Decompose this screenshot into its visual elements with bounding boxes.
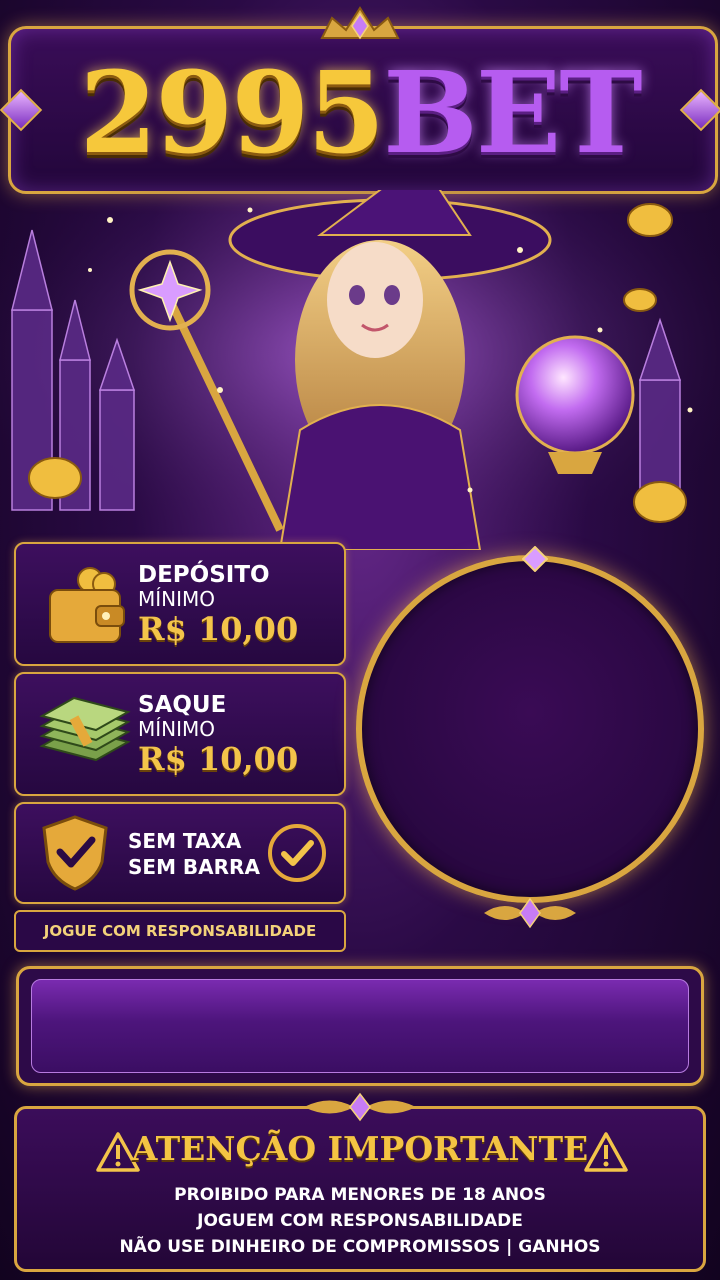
deposit-title: DEPÓSITO bbox=[138, 562, 270, 588]
frame-top-gem-icon bbox=[522, 546, 548, 572]
withdraw-title: SAQUE bbox=[138, 692, 227, 718]
warning-panel: ATENÇÃO IMPORTANTE PROIBIDO PARA MENORES… bbox=[14, 1106, 706, 1272]
warning-line-responsibility: JOGUEM COM RESPONSABILIDADE bbox=[197, 1211, 523, 1231]
wallet-icon bbox=[49, 567, 125, 643]
warning-line-money: NÃO USE DINHEIRO DE COMPROMISSOS | GANHO… bbox=[119, 1237, 601, 1257]
frame-ornament-icon bbox=[484, 897, 576, 929]
no-rollover-line: SEM BARRA bbox=[128, 855, 260, 879]
play-responsibly-label: JOGUE COM RESPONSABILIDADE bbox=[14, 910, 346, 952]
wide-action-bar[interactable] bbox=[16, 966, 704, 1086]
circular-frame bbox=[356, 555, 704, 903]
brand-logo: 2995BET bbox=[0, 44, 720, 184]
withdraw-amount: R$ 10,00 bbox=[138, 740, 299, 778]
deposit-minimum-card: DEPÓSITO MÍNIMO R$ 10,00 bbox=[14, 542, 346, 666]
deposit-subtitle: MÍNIMO bbox=[138, 587, 216, 611]
shield-check-icon bbox=[42, 815, 108, 891]
withdraw-subtitle: MÍNIMO bbox=[138, 717, 216, 741]
crown-ornament-icon bbox=[320, 6, 400, 40]
no-fee-card: SEM TAXA SEM BARRA bbox=[14, 802, 346, 904]
deposit-amount: R$ 10,00 bbox=[138, 610, 299, 648]
check-circle-icon bbox=[268, 824, 326, 882]
withdraw-minimum-card: SAQUE MÍNIMO R$ 10,00 bbox=[14, 672, 346, 796]
brand-number: 2995 bbox=[79, 48, 385, 179]
witch-hero-illustration bbox=[0, 190, 720, 550]
warning-ornament-icon bbox=[304, 1092, 416, 1122]
warning-triangle-icon bbox=[584, 1132, 628, 1172]
no-fee-line: SEM TAXA bbox=[128, 829, 242, 853]
cash-stack-icon bbox=[39, 696, 131, 762]
brand-suffix: BET bbox=[383, 48, 642, 179]
warning-line-age: PROIBIDO PARA MENORES DE 18 ANOS bbox=[174, 1185, 546, 1205]
